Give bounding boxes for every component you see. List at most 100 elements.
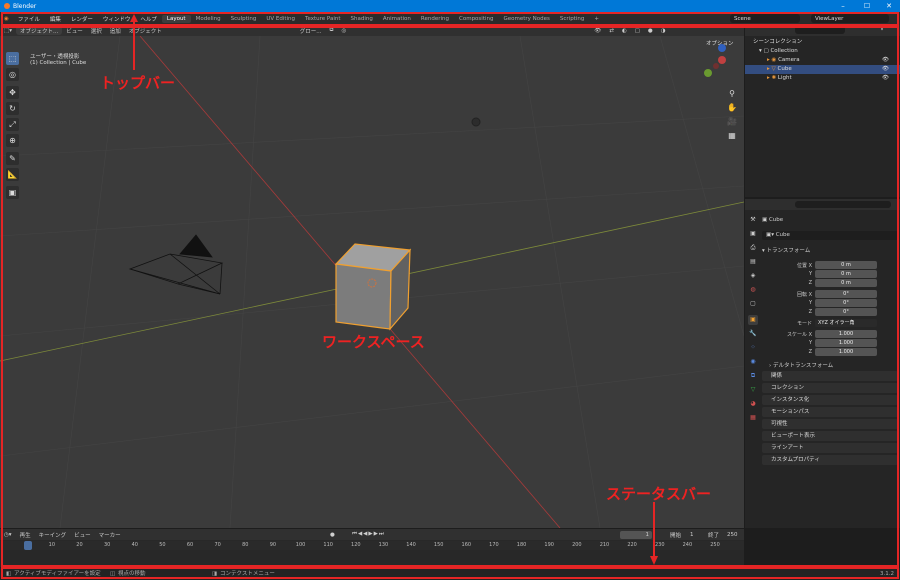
transform-tool[interactable]: ⊕ [6,134,19,147]
outliner-item-light[interactable]: ▸ ✺ Light 👁 [745,74,900,83]
editor-type-icon[interactable]: ⬚▾ [0,28,16,34]
location-x-field[interactable]: 0 m [815,261,877,269]
move-tool[interactable]: ✥ [6,86,19,99]
viewport-menu-view[interactable]: ビュー [62,27,87,35]
panel-viewport-display[interactable]: ビューポート表示 [762,431,898,441]
select-box-tool[interactable]: ⬚ [6,52,19,65]
blender-menu-icon[interactable]: ◉ [0,16,13,22]
measure-tool[interactable]: 📐 [6,168,19,181]
visibility-icon[interactable]: 👁 [590,28,605,34]
tab-scripting[interactable]: Scripting [555,15,589,23]
rotate-tool[interactable]: ↻ [6,102,19,115]
ortho-grid-icon[interactable]: ▦ [726,130,738,142]
maximize-icon[interactable]: ☐ [856,0,878,12]
outliner-item-camera[interactable]: ▸ ◉ Camera 👁 [745,56,900,65]
light-visibility-icon[interactable]: 👁 [882,74,889,83]
timeline-menu-keying[interactable]: キーイング [35,531,71,539]
timeline-menu-marker[interactable]: マーカー [95,531,125,539]
cube-visibility-icon[interactable]: 👁 [882,65,889,74]
rotation-y-field[interactable]: 0° [815,299,877,307]
physics-tab-icon[interactable]: ◉ [748,357,758,367]
panel-motion-paths[interactable]: モーションパス [762,407,898,417]
panel-visibility[interactable]: 可視性 [762,419,898,429]
tab-shading[interactable]: Shading [346,15,378,23]
add-cube-tool[interactable]: ▣ [6,186,19,199]
render-tab-icon[interactable]: ▣ [748,229,758,239]
menu-window[interactable]: ウィンドウ [98,15,136,23]
3d-viewport[interactable]: ⬚ ◎ ✥ ↻ ⤢ ⊕ ✎ 📐 ▣ ユーザー・透視投影 (1) Collecti… [0,36,744,528]
transform-orientation-selector[interactable]: グロー... [296,27,326,35]
tab-compositing[interactable]: Compositing [454,15,498,23]
transform-panel-header[interactable]: ▾ トランスフォーム [762,246,810,254]
outliner-search-input[interactable] [795,26,845,34]
tab-uv-editing[interactable]: UV Editing [261,15,300,23]
rotation-mode-select[interactable]: XYZ オイラー角 [815,319,877,327]
tab-layout[interactable]: Layout [161,14,191,23]
delta-transform-header[interactable]: › デルタトランスフォーム [769,361,833,369]
proportional-edit-icon[interactable]: ◎ [337,28,350,34]
scene-selector[interactable]: Scene [730,14,800,23]
camera-view-icon[interactable]: 🎥 [726,116,738,128]
mode-selector[interactable]: オブジェクト... [15,26,63,35]
timeline-menu-view[interactable]: ビュー [70,531,95,539]
cursor-tool[interactable]: ◎ [6,68,19,81]
output-tab-icon[interactable]: ⎙ [748,243,758,253]
timeline-menu-playback[interactable]: 再生 [16,531,35,539]
panel-line-art[interactable]: ラインアート [762,443,898,453]
camera-visibility-icon[interactable]: 👁 [882,56,889,65]
close-icon[interactable]: ✕ [878,0,900,12]
tab-modeling[interactable]: Modeling [191,15,226,23]
rotation-z-field[interactable]: 0° [815,308,877,316]
outliner-item-cube[interactable]: ▸ ▽ Cube 👁 [745,65,900,74]
location-z-field[interactable]: 0 m [815,279,877,287]
viewport-menu-add[interactable]: 追加 [106,27,125,35]
rotation-x-field[interactable]: 0° [815,290,877,298]
tab-texture-paint[interactable]: Texture Paint [300,15,346,23]
pan-hand-icon[interactable]: ✋ [726,102,738,114]
tab-geometry-nodes[interactable]: Geometry Nodes [498,15,554,23]
scale-z-field[interactable]: 1.000 [815,348,877,356]
panel-collections[interactable]: コレクション [762,383,898,393]
options-dropdown[interactable]: オプション [706,39,734,47]
outliner-scene-collection[interactable]: シーンコレクション [745,38,900,47]
view-layer-selector[interactable]: ViewLayer [811,14,889,23]
record-icon[interactable]: ● [330,532,335,538]
overlay-icon[interactable]: ◐ [618,28,631,34]
filter-icon[interactable]: ⊽ [880,25,884,34]
properties-search-input[interactable] [795,201,891,208]
end-frame-field[interactable]: 250 [727,532,738,538]
frame-ruler[interactable]: 1102030405060708090100110120130140150160… [0,541,744,550]
data-tab-icon[interactable]: ▽ [748,385,758,395]
snap-icon[interactable]: ⧉ [326,27,338,34]
material-tab-icon[interactable]: ◕ [748,399,758,409]
annotate-tool[interactable]: ✎ [6,152,19,165]
viewport-menu-object[interactable]: オブジェクト [125,27,166,35]
scale-tool[interactable]: ⤢ [6,118,19,131]
gizmo-icon[interactable]: ⇄ [605,28,618,34]
texture-tab-icon[interactable]: ▦ [748,413,758,423]
menu-help[interactable]: ヘルプ [135,15,162,23]
object-name-field[interactable]: ▣▾ Cube [762,231,898,240]
tab-animation[interactable]: Animation [378,15,416,23]
playback-controls[interactable]: ⏮◀◀▶▶⏭ [352,531,385,538]
location-y-field[interactable]: 0 m [815,270,877,278]
tab-rendering[interactable]: Rendering [416,15,454,23]
zoom-icon[interactable]: ⚲ [726,88,738,100]
timeline-editor-icon[interactable]: ◷▾ [0,532,16,538]
panel-instancing[interactable]: インスタンス化 [762,395,898,405]
scale-y-field[interactable]: 1.000 [815,339,877,347]
shading-solid-icon[interactable]: ● [644,28,657,34]
menu-file[interactable]: ファイル [13,15,45,23]
xray-icon[interactable]: ▢ [631,28,644,34]
start-frame-field[interactable]: 1 [690,532,694,538]
viewport-menu-select[interactable]: 選択 [87,27,106,35]
constraints-tab-icon[interactable]: ⧉ [748,371,758,381]
minimize-icon[interactable]: – [832,0,854,12]
add-workspace-button[interactable]: + [589,15,604,23]
tool-tab-icon[interactable]: ⚒ [748,215,758,225]
menu-edit[interactable]: 編集 [45,15,66,23]
panel-custom-properties[interactable]: カスタムプロパティ [762,455,898,465]
panel-relations[interactable]: 関係 [762,371,898,381]
current-frame-field[interactable]: 1 [620,530,652,539]
tab-sculpting[interactable]: Sculpting [226,15,262,23]
